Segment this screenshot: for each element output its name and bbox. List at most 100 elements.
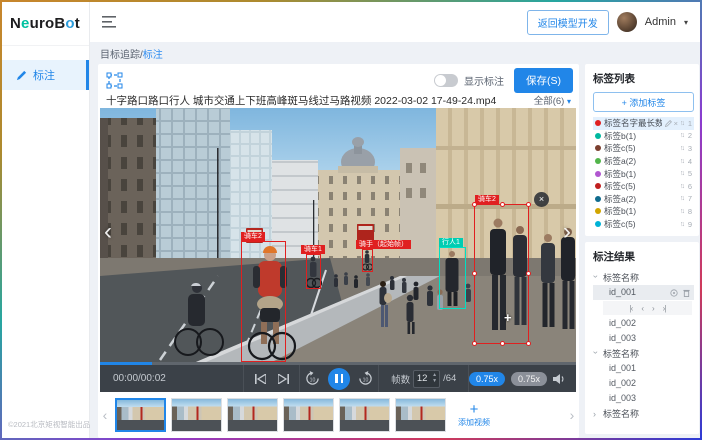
speed-pill-active[interactable]: 0.75x xyxy=(469,372,505,386)
label-row[interactable]: 标签b(1) ↑↓ 8 xyxy=(593,205,694,218)
label-row[interactable]: 标签c(5) ↑↓ 9 xyxy=(593,218,694,231)
result-group-header[interactable]: › 标签名称 xyxy=(593,270,694,285)
pager-first-icon[interactable]: |‹ xyxy=(630,304,633,313)
pencil-icon xyxy=(16,70,27,81)
bbox-label[interactable]: 骑车1 xyxy=(301,245,325,254)
sort-label-icon[interactable]: ↑↓ xyxy=(680,132,683,139)
pager-last-icon[interactable]: ›| xyxy=(663,304,666,313)
bbox-label[interactable]: 骑车2 xyxy=(475,195,499,204)
progress-bar[interactable] xyxy=(100,362,576,365)
next-video-arrow-icon[interactable]: › xyxy=(563,220,571,244)
resize-handle[interactable] xyxy=(472,271,477,276)
result-item[interactable]: id_002 xyxy=(593,316,694,331)
label-row[interactable]: 标签名字最长数... × ↑↓ 1 xyxy=(593,117,694,130)
pause-button[interactable] xyxy=(328,368,350,390)
sort-label-icon[interactable]: ↑↓ xyxy=(680,208,683,215)
sort-label-icon[interactable]: ↑↓ xyxy=(680,158,683,165)
video-thumbnail[interactable] xyxy=(115,398,166,432)
visibility-icon[interactable] xyxy=(670,289,678,297)
resize-handle[interactable] xyxy=(526,202,531,207)
video-thumbnail[interactable] xyxy=(395,398,446,432)
video-thumbnail[interactable] xyxy=(283,398,334,432)
resize-handle[interactable] xyxy=(472,341,477,346)
label-color-dot xyxy=(595,196,601,202)
pager-next-icon[interactable]: › xyxy=(652,304,654,313)
app-logo: NeuroBot xyxy=(2,2,89,46)
label-row[interactable]: 标签b(1) ↑↓ 2 xyxy=(593,130,694,143)
result-item[interactable]: id_001 xyxy=(593,361,694,376)
video-thumbnail[interactable] xyxy=(171,398,222,432)
frame-number-input[interactable] xyxy=(414,373,430,384)
resize-handle[interactable] xyxy=(472,202,477,207)
resize-handle[interactable] xyxy=(500,341,505,346)
user-menu-caret-icon[interactable]: ▾ xyxy=(684,18,688,27)
show-annotations-label: 显示标注 xyxy=(464,73,504,88)
pager-prev-icon[interactable]: ‹ xyxy=(641,304,643,313)
avatar[interactable] xyxy=(617,12,637,32)
sort-label-icon[interactable]: ↑↓ xyxy=(680,145,683,152)
annotation-box[interactable] xyxy=(362,249,373,272)
rect-select-tool-icon[interactable] xyxy=(106,72,123,89)
result-item[interactable]: id_003 xyxy=(593,391,694,406)
strip-prev-icon[interactable]: ‹ xyxy=(100,407,110,423)
bbox-label[interactable]: 骑手（起始帧） xyxy=(356,240,411,249)
stepper-arrows[interactable]: ▲▼ xyxy=(430,373,439,384)
show-annotations-toggle[interactable] xyxy=(434,74,458,87)
label-order: 3 xyxy=(686,144,692,153)
label-color-dot xyxy=(595,171,601,177)
sidebar-item-annotate[interactable]: 标注 xyxy=(2,60,89,90)
prev-frame-icon[interactable] xyxy=(255,374,266,384)
bbox-label[interactable]: 骑车2 xyxy=(241,232,265,241)
trash-icon[interactable] xyxy=(683,289,690,297)
label-row[interactable]: 标签b(1) ↑↓ 5 xyxy=(593,167,694,180)
result-item[interactable]: id_003 xyxy=(593,331,694,346)
collapse-menu-icon[interactable] xyxy=(102,16,116,28)
volume-icon[interactable] xyxy=(553,373,566,385)
edit-label-icon[interactable] xyxy=(665,120,672,127)
delete-label-icon[interactable]: × xyxy=(674,119,678,128)
add-video-button[interactable]: + 添加视频 xyxy=(451,396,497,434)
label-row[interactable]: 标签a(2) ↑↓ 4 xyxy=(593,155,694,168)
result-group-header[interactable]: › 标签名称 xyxy=(593,406,694,421)
result-item[interactable]: id_002 xyxy=(593,376,694,391)
forward-10-icon[interactable]: 10 xyxy=(358,371,373,386)
annotation-box-selected[interactable] xyxy=(474,204,529,344)
save-button[interactable]: 保存(S) xyxy=(514,68,573,93)
annotation-box[interactable] xyxy=(306,254,321,289)
sort-label-icon[interactable]: ↑↓ xyxy=(680,170,683,177)
resize-handle[interactable] xyxy=(526,341,531,346)
strip-next-icon[interactable]: › xyxy=(567,407,577,423)
resize-handle[interactable] xyxy=(500,202,505,207)
resize-handle[interactable] xyxy=(526,271,531,276)
sort-label-icon[interactable]: ↑↓ xyxy=(680,221,683,228)
prev-video-arrow-icon[interactable]: ‹ xyxy=(104,220,112,244)
speed-pill[interactable]: 0.75x xyxy=(511,372,547,386)
window-frame: NeuroBot 标注 ©2021北京矩视智能出品 返回模型开发 Admin ▾… xyxy=(0,0,702,440)
video-filter-dropdown[interactable]: 全部(6) ▾ xyxy=(534,93,571,107)
step-down-icon[interactable]: ▼ xyxy=(432,379,437,384)
video-thumbnail[interactable] xyxy=(227,398,278,432)
label-row[interactable]: 标签c(5) ↑↓ 3 xyxy=(593,142,694,155)
sort-label-icon[interactable]: ↑↓ xyxy=(680,183,683,190)
next-frame-icon[interactable] xyxy=(278,374,289,384)
annotation-box[interactable] xyxy=(439,247,466,309)
add-label-button[interactable]: + 添加标签 xyxy=(593,92,694,112)
sort-label-icon[interactable]: ↑↓ xyxy=(680,195,683,202)
label-row[interactable]: 标签c(5) ↑↓ 6 xyxy=(593,180,694,193)
result-item-selected[interactable]: id_001 xyxy=(593,285,694,300)
video-thumbnail[interactable] xyxy=(339,398,390,432)
label-color-dot xyxy=(595,145,601,151)
sort-label-icon[interactable]: ↑↓ xyxy=(680,120,683,127)
label-row[interactable]: 标签a(2) ↑↓ 7 xyxy=(593,193,694,206)
topbar-right: 返回模型开发 Admin ▾ xyxy=(527,10,688,35)
label-list-title: 标签列表 xyxy=(593,71,694,86)
back-to-model-dev-button[interactable]: 返回模型开发 xyxy=(527,10,609,35)
caret-icon: › xyxy=(591,351,601,357)
bbox-label[interactable]: 行人1 xyxy=(439,238,463,247)
result-group-header[interactable]: › 标签名称 xyxy=(593,346,694,361)
video-canvas[interactable]: ‹ › 骑车2 骑车1 骑手（起始帧） 行人1 骑车2 xyxy=(100,108,576,362)
rewind-10-icon[interactable]: 10 xyxy=(305,371,320,386)
annotation-box[interactable] xyxy=(241,241,286,362)
label-order: 8 xyxy=(686,207,692,216)
delete-annotation-icon[interactable]: × xyxy=(534,192,549,207)
